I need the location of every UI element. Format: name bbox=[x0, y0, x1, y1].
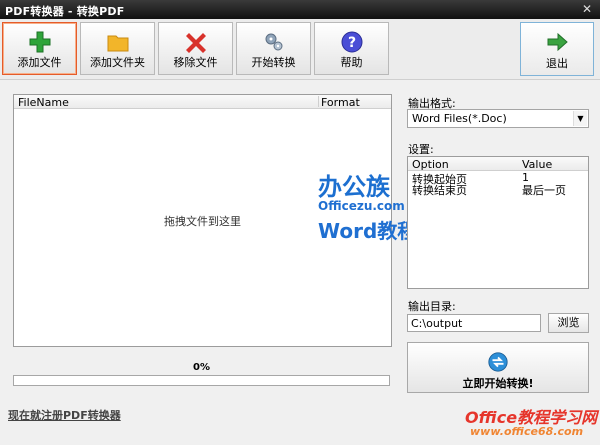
convert-icon bbox=[488, 352, 508, 372]
file-list-header: FileName Format bbox=[14, 95, 391, 109]
toolbar: 添加文件 添加文件夹 移除文件 开始转换 ? 帮助 退出 bbox=[0, 19, 600, 80]
start-convert-button[interactable]: 立即开始转换! bbox=[407, 342, 589, 393]
add-folder-button[interactable]: 添加文件夹 bbox=[80, 22, 155, 75]
gears-icon bbox=[265, 33, 282, 51]
help-button[interactable]: ? 帮助 bbox=[314, 22, 389, 75]
register-link[interactable]: 现在就注册PDF转换器 bbox=[8, 407, 121, 423]
progress-bar bbox=[13, 375, 390, 386]
exit-button[interactable]: 退出 bbox=[520, 22, 594, 76]
settings-row[interactable]: 转换结束页 最后一页 bbox=[408, 182, 588, 197]
add-folder-label: 添加文件夹 bbox=[90, 56, 145, 69]
settings-label: 设置: bbox=[408, 143, 434, 156]
close-button[interactable]: ✕ bbox=[580, 3, 594, 15]
start-convert-label: 开始转换 bbox=[251, 56, 296, 69]
settings-row[interactable]: 转换起始页 1 bbox=[408, 171, 588, 186]
chevron-down-icon[interactable]: ▼ bbox=[573, 111, 587, 126]
delete-x-icon bbox=[185, 33, 206, 53]
remove-file-button[interactable]: 移除文件 bbox=[158, 22, 233, 75]
folder-icon bbox=[107, 35, 128, 52]
window-title: PDF转换器 - 转换PDF bbox=[5, 5, 125, 18]
help-label: 帮助 bbox=[340, 56, 363, 69]
column-separator bbox=[318, 96, 319, 107]
watermark-site-2: www.office68.com bbox=[470, 425, 584, 438]
start-convert-button-label: 立即开始转换! bbox=[462, 377, 534, 390]
column-value: Value bbox=[522, 158, 553, 171]
svg-text:?: ? bbox=[347, 35, 355, 51]
start-convert-toolbar-button[interactable]: 开始转换 bbox=[236, 22, 311, 75]
setting-value[interactable]: 最后一页 bbox=[522, 182, 566, 198]
title-bar: PDF转换器 - 转换PDF ✕ bbox=[0, 0, 600, 19]
settings-grid[interactable]: Option Value 转换起始页 1 转换结束页 最后一页 bbox=[407, 156, 589, 289]
progress-percent: 0% bbox=[193, 362, 210, 373]
output-dir-label: 输出目录: bbox=[408, 300, 456, 313]
browse-button[interactable]: 浏览 bbox=[548, 313, 589, 333]
column-format[interactable]: Format bbox=[321, 96, 360, 109]
setting-option: 转换结束页 bbox=[412, 184, 467, 197]
output-dir-input[interactable]: C:\output bbox=[407, 314, 541, 332]
column-filename[interactable]: FileName bbox=[18, 96, 69, 109]
plus-icon bbox=[29, 31, 50, 53]
help-icon: ? bbox=[341, 31, 362, 53]
arrow-right-icon bbox=[547, 32, 568, 52]
watermark-brand: 办公族 bbox=[318, 173, 390, 201]
add-file-label: 添加文件 bbox=[17, 56, 62, 69]
watermark-tag: Word教程 bbox=[318, 219, 418, 243]
remove-file-label: 移除文件 bbox=[173, 56, 218, 69]
column-option: Option bbox=[412, 158, 449, 171]
settings-header: Option Value bbox=[408, 157, 588, 171]
output-format-select[interactable]: Word Files(*.Doc) ▼ bbox=[407, 109, 589, 128]
add-file-button[interactable]: 添加文件 bbox=[2, 22, 77, 75]
exit-label: 退出 bbox=[546, 57, 568, 70]
output-format-value: Word Files(*.Doc) bbox=[412, 112, 507, 125]
watermark-site: Officezu.com bbox=[318, 199, 405, 213]
